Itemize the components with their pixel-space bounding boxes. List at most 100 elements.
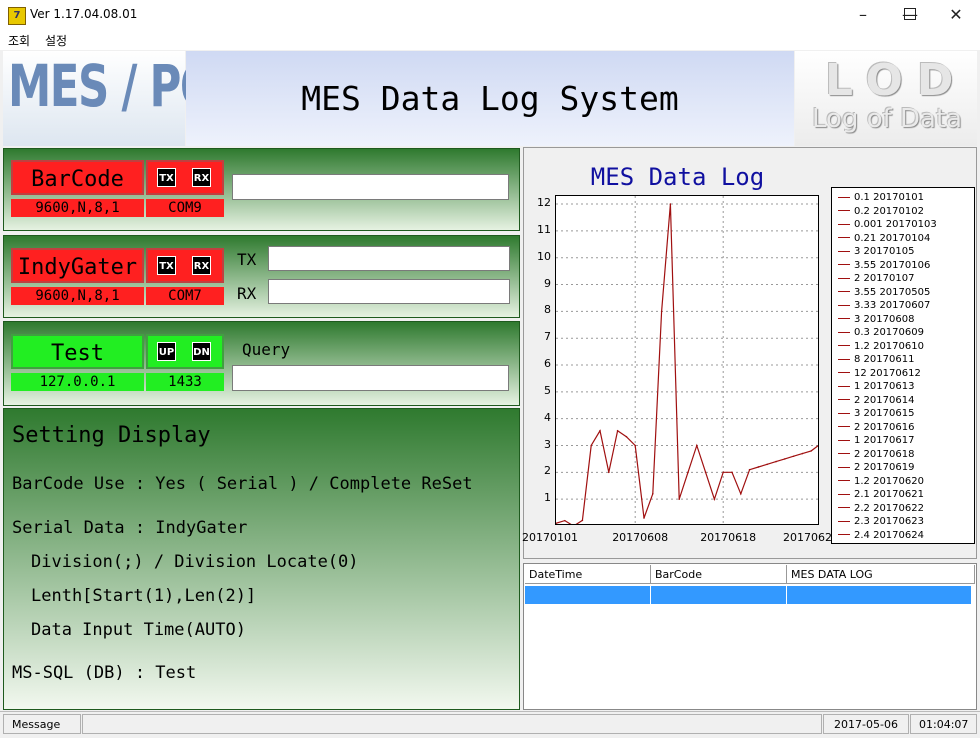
y-tick-label: 12 bbox=[537, 196, 551, 210]
legend-label: 2.2 20170622 bbox=[854, 502, 924, 514]
legend-label: 2.3 20170623 bbox=[854, 516, 924, 527]
legend-swatch bbox=[838, 345, 850, 346]
barcode-device-button[interactable]: BarCode bbox=[11, 160, 144, 195]
query-input[interactable] bbox=[232, 365, 509, 391]
data-point bbox=[625, 435, 628, 438]
legend-entry: 3 20170608 bbox=[838, 314, 914, 325]
rx-input[interactable] bbox=[268, 279, 510, 304]
data-point bbox=[687, 471, 689, 474]
legend-label: 2.4 20170624 bbox=[854, 529, 924, 541]
legend-swatch bbox=[838, 304, 850, 306]
legend-entry: 1.2 20170610 bbox=[838, 341, 924, 352]
legend-entry: 2.4 20170624 bbox=[838, 530, 924, 541]
setting-line-barcode: BarCode Use : Yes ( Serial ) / Complete … bbox=[12, 474, 473, 494]
data-point bbox=[740, 493, 742, 495]
query-label: Query bbox=[242, 340, 291, 359]
column-header-barcode[interactable]: BarCode bbox=[651, 565, 787, 584]
status-date: 2017-05-06 bbox=[823, 714, 909, 734]
menu-item-query[interactable]: 조회 bbox=[8, 32, 30, 49]
legend-label: 2.1 20170621 bbox=[854, 489, 924, 500]
maximize-icon[interactable] bbox=[887, 0, 933, 30]
legend-entry: 8 20170611 bbox=[838, 354, 914, 365]
legend-entry: 3.55 20170106 bbox=[838, 260, 930, 271]
barcode-tx-indicator: TX bbox=[157, 168, 176, 187]
indygater-device-button[interactable]: IndyGater bbox=[11, 248, 144, 283]
close-icon[interactable]: ✕ bbox=[933, 0, 979, 30]
legend-label: 1.2 20170620 bbox=[854, 475, 924, 487]
legend-swatch bbox=[838, 453, 850, 454]
legend-swatch bbox=[838, 439, 850, 441]
data-point bbox=[704, 471, 707, 474]
legend-swatch bbox=[838, 237, 850, 238]
data-point bbox=[713, 498, 716, 500]
data-point bbox=[581, 519, 584, 522]
legend-entry: 2 20170618 bbox=[838, 449, 914, 460]
table-row-selected-cell[interactable] bbox=[651, 586, 787, 604]
menu-item-settings[interactable]: 설정 bbox=[45, 32, 67, 49]
data-point bbox=[643, 517, 645, 519]
data-point bbox=[608, 471, 610, 474]
tx-input[interactable] bbox=[268, 246, 510, 271]
table-row-selected-cell[interactable] bbox=[787, 586, 972, 604]
legend-entry: 0.3 20170609 bbox=[838, 327, 924, 338]
legend-label: 0.1 20170101 bbox=[854, 192, 924, 203]
legend-swatch bbox=[838, 358, 850, 360]
barcode-input[interactable] bbox=[232, 174, 509, 200]
legend-entry: 2.3 20170623 bbox=[838, 516, 924, 527]
legend-swatch bbox=[838, 507, 850, 508]
legend-label: 3.55 20170505 bbox=[854, 286, 931, 298]
legend-label: 1 20170613 bbox=[854, 381, 915, 392]
data-point bbox=[634, 444, 636, 447]
test-device-button[interactable]: Test bbox=[11, 334, 144, 369]
legend-swatch bbox=[838, 210, 850, 211]
y-tick-label: 6 bbox=[544, 357, 551, 371]
y-tick-label: 1 bbox=[544, 491, 551, 505]
data-point bbox=[590, 444, 592, 447]
barcode-port: COM9 bbox=[146, 199, 224, 217]
indygater-settings: 9600,N,8,1 bbox=[11, 287, 144, 305]
legend-entry: 2.2 20170622 bbox=[838, 503, 924, 514]
legend-label: 0.21 20170104 bbox=[854, 232, 931, 244]
legend-swatch bbox=[838, 331, 850, 333]
test-port: 1433 bbox=[146, 373, 224, 391]
legend-entry: 3 20170105 bbox=[838, 246, 914, 257]
column-header-datetime[interactable]: DateTime bbox=[525, 565, 651, 584]
legend-label: 3 20170105 bbox=[854, 246, 915, 257]
data-point bbox=[660, 310, 663, 313]
legend-label: 2 20170107 bbox=[854, 273, 915, 284]
rx-label: RX bbox=[237, 284, 257, 303]
data-point bbox=[775, 460, 777, 463]
y-tick-label: 3 bbox=[544, 437, 551, 451]
data-point bbox=[696, 444, 698, 447]
setting-line-length: Lenth[Start(1),Len(2)] bbox=[31, 586, 257, 606]
legend-entry: 12 20170612 bbox=[838, 368, 921, 379]
legend-entry: 1.2 20170620 bbox=[838, 476, 924, 487]
y-tick-label: 7 bbox=[544, 330, 551, 344]
status-message: Message bbox=[3, 714, 81, 734]
data-point bbox=[810, 450, 812, 452]
legend-entry: 0.2 20170102 bbox=[838, 206, 924, 217]
legend-label: 0.3 20170609 bbox=[854, 327, 924, 338]
indygater-port: COM7 bbox=[146, 287, 224, 305]
minimize-icon[interactable]: – bbox=[840, 0, 886, 30]
legend-entry: 2 20170619 bbox=[838, 462, 914, 473]
legend-swatch bbox=[838, 534, 850, 535]
setting-line-division: Division(;) / Division Locate(0) bbox=[31, 552, 359, 572]
legend-label: 3.33 20170607 bbox=[854, 300, 931, 311]
legend-label: 2 20170619 bbox=[854, 462, 915, 473]
test-up-indicator: UP bbox=[157, 342, 176, 361]
data-point bbox=[757, 466, 760, 468]
legend-label: 3 20170615 bbox=[854, 408, 915, 419]
table-row-selected-cell[interactable] bbox=[525, 586, 651, 604]
setting-title: Setting Display bbox=[12, 423, 211, 448]
legend-entry: 0.001 20170103 bbox=[838, 219, 937, 230]
status-time: 01:04:07 bbox=[910, 714, 977, 734]
x-tick-label: 20170618 bbox=[700, 531, 757, 544]
page-title: MES Data Log System bbox=[301, 79, 679, 118]
legend-swatch bbox=[838, 318, 850, 319]
legend-swatch bbox=[838, 412, 850, 414]
column-header-mes-data-log[interactable]: MES DATA LOG bbox=[787, 565, 975, 584]
barcode-rx-indicator: RX bbox=[192, 168, 211, 187]
legend-swatch bbox=[838, 264, 850, 265]
legend-entry: 0.1 20170101 bbox=[838, 192, 924, 203]
